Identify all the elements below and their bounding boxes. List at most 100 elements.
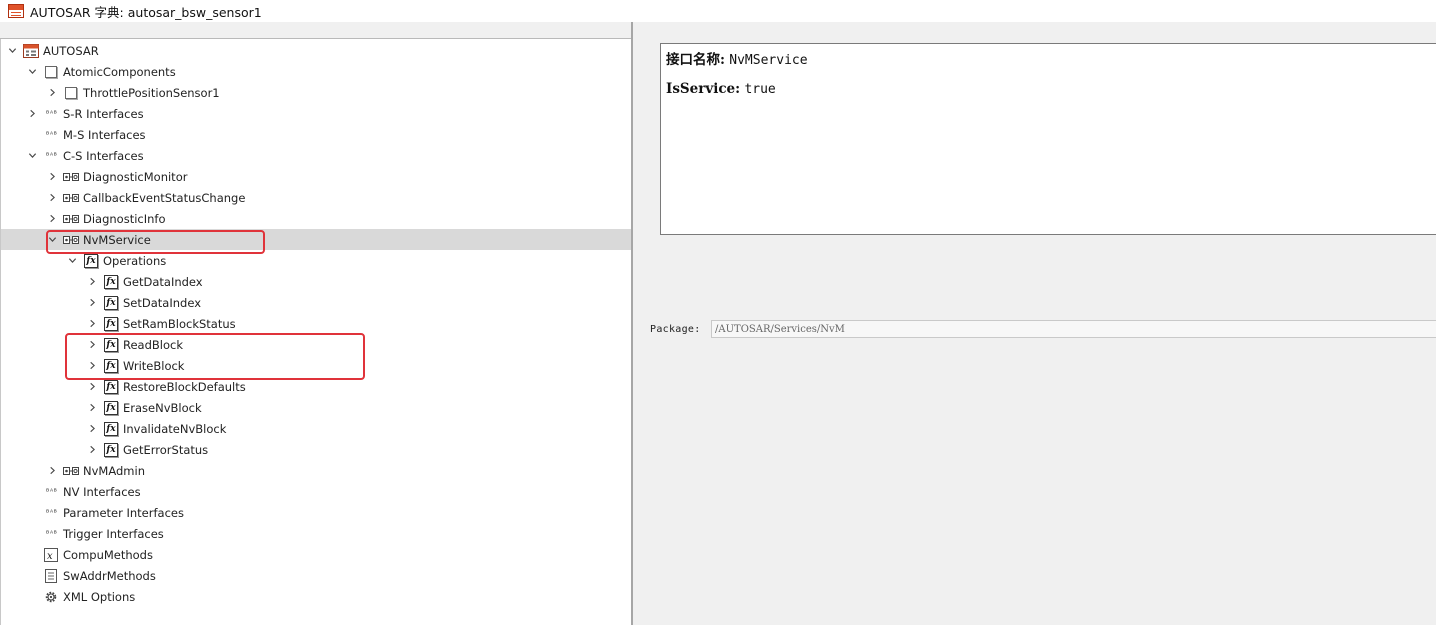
tree-item-label: ThrottlePositionSensor1 — [83, 85, 220, 100]
tree-item-label: NV Interfaces — [63, 484, 141, 499]
tree-item-label: DiagnosticMonitor — [83, 169, 188, 184]
tree-item[interactable]: NvMService — [1, 229, 632, 250]
chevron-right-icon[interactable] — [85, 376, 99, 397]
tree-item[interactable]: ThrottlePositionSensor1 — [1, 82, 632, 103]
cs-interface-icon — [63, 211, 79, 227]
function-icon: fx — [103, 421, 119, 437]
chevron-down-icon[interactable] — [25, 61, 39, 82]
interface-folder-icon: ᴮᴬᴮ — [45, 508, 57, 517]
tree-item[interactable]: AtomicComponents — [1, 61, 632, 82]
title-bar: AUTOSAR 字典: autosar_bsw_sensor1 — [0, 0, 1436, 22]
chevron-right-icon[interactable] — [45, 187, 59, 208]
tree-item-label: RestoreBlockDefaults — [123, 379, 246, 394]
chevron-right-icon[interactable] — [85, 334, 99, 355]
chevron-down-icon[interactable] — [5, 40, 19, 61]
tree-item-label: M-S Interfaces — [63, 127, 146, 142]
tree-item[interactable]: fx RestoreBlockDefaults — [1, 376, 632, 397]
app-icon — [8, 4, 24, 18]
chevron-right-icon[interactable] — [45, 82, 59, 103]
tree-item-label: AtomicComponents — [63, 64, 176, 79]
tree-item[interactable]: NvMAdmin — [1, 460, 632, 481]
tree-item-label: S-R Interfaces — [63, 106, 144, 121]
tree-item[interactable]: fx GetDataIndex — [1, 271, 632, 292]
interface-folder-icon: ᴮᴬᴮ — [45, 109, 57, 118]
tree-item-label: DiagnosticInfo — [83, 211, 166, 226]
interface-name-label: 接口名称: — [666, 52, 725, 68]
chevron-right-icon[interactable] — [85, 418, 99, 439]
interface-folder-icon: ᴮᴬᴮ — [45, 130, 57, 139]
chevron-down-icon[interactable] — [45, 229, 59, 250]
tree-item-label: GetErrorStatus — [123, 442, 209, 457]
tree-item[interactable]: fx Operations — [1, 250, 632, 271]
tree-item[interactable]: fx InvalidateNvBlock — [1, 418, 632, 439]
package-field[interactable] — [711, 320, 1436, 338]
tree-item[interactable]: fx ReadBlock — [1, 334, 632, 355]
tree-item-label: CallbackEventStatusChange — [83, 190, 246, 205]
cs-interface-icon — [63, 169, 79, 185]
tree-item[interactable]: ᴮᴬᴮ NV Interfaces — [1, 481, 632, 502]
tree-item[interactable]: fx SetRamBlockStatus — [1, 313, 632, 334]
tree-item[interactable]: fx EraseNvBlock — [1, 397, 632, 418]
chevron-right-icon[interactable] — [85, 355, 99, 376]
tree-item[interactable]: DiagnosticInfo — [1, 208, 632, 229]
component-icon — [63, 85, 79, 101]
chevron-right-icon[interactable] — [85, 271, 99, 292]
interface-folder-icon: ᴮᴬᴮ — [45, 487, 57, 496]
tree-item[interactable]: ᴮᴬᴮ M-S Interfaces — [1, 124, 632, 145]
chevron-right-icon[interactable] — [85, 292, 99, 313]
cs-interface-icon — [63, 463, 79, 479]
tree-item-label: NvMAdmin — [83, 463, 145, 478]
chevron-right-icon[interactable] — [25, 103, 39, 124]
function-icon: fx — [103, 400, 119, 416]
is-service-line: IsService: true — [666, 81, 776, 97]
compu-method-icon: x — [43, 547, 59, 563]
interface-name-value: NvMService — [729, 53, 808, 68]
tree-item[interactable]: x CompuMethods — [1, 544, 632, 565]
function-icon: fx — [83, 253, 99, 269]
tree-item-label: InvalidateNvBlock — [123, 421, 227, 436]
tree-item[interactable]: ᴮᴬᴮ Trigger Interfaces — [1, 523, 632, 544]
svg-text:x: x — [47, 551, 53, 562]
tree-item[interactable]: ᴮᴬᴮ C-S Interfaces — [1, 145, 632, 166]
package-label: Package: — [650, 324, 701, 335]
tree-item[interactable]: SwAddrMethods — [1, 565, 632, 586]
chevron-right-icon[interactable] — [45, 166, 59, 187]
chevron-right-icon[interactable] — [85, 397, 99, 418]
is-service-value: true — [744, 82, 776, 97]
tree-item[interactable]: XML Options — [1, 586, 632, 607]
tree-item[interactable]: CallbackEventStatusChange — [1, 187, 632, 208]
cs-interface-icon — [63, 190, 79, 206]
tree-item[interactable]: fx WriteBlock — [1, 355, 632, 376]
function-icon: fx — [103, 295, 119, 311]
tree-item-label: SwAddrMethods — [63, 568, 156, 583]
document-icon — [43, 568, 59, 584]
tree-item-label: CompuMethods — [63, 547, 153, 562]
chevron-right-icon[interactable] — [85, 313, 99, 334]
tree-item[interactable]: ᴮᴬᴮ S-R Interfaces — [1, 103, 632, 124]
component-folder-icon — [43, 64, 59, 80]
detail-pane: 接口名称: NvMService IsService: true Package… — [633, 22, 1436, 625]
chevron-down-icon[interactable] — [65, 250, 79, 271]
is-service-label: IsService: — [666, 81, 741, 97]
tree-item-label: GetDataIndex — [123, 274, 203, 289]
window-title: AUTOSAR 字典: autosar_bsw_sensor1 — [30, 4, 262, 20]
tree-item-label: SetDataIndex — [123, 295, 202, 310]
chevron-right-icon[interactable] — [45, 208, 59, 229]
tree-item[interactable]: AUTOSAR — [1, 40, 632, 61]
tree-item[interactable]: fx GetErrorStatus — [1, 439, 632, 460]
function-icon: fx — [103, 274, 119, 290]
tree-item[interactable]: DiagnosticMonitor — [1, 166, 632, 187]
chevron-right-icon[interactable] — [45, 460, 59, 481]
tree-item[interactable]: fx SetDataIndex — [1, 292, 632, 313]
interface-folder-icon: ᴮᴬᴮ — [45, 529, 57, 538]
tree-item-label: SetRamBlockStatus — [123, 316, 236, 331]
tree-item-label: C-S Interfaces — [63, 148, 144, 163]
tree-pane: AUTOSAR AtomicComponents ThrottlePositionS… — [0, 39, 632, 625]
tree-item[interactable]: ᴮᴬᴮ Parameter Interfaces — [1, 502, 632, 523]
chevron-right-icon[interactable] — [85, 439, 99, 460]
chevron-down-icon[interactable] — [25, 145, 39, 166]
